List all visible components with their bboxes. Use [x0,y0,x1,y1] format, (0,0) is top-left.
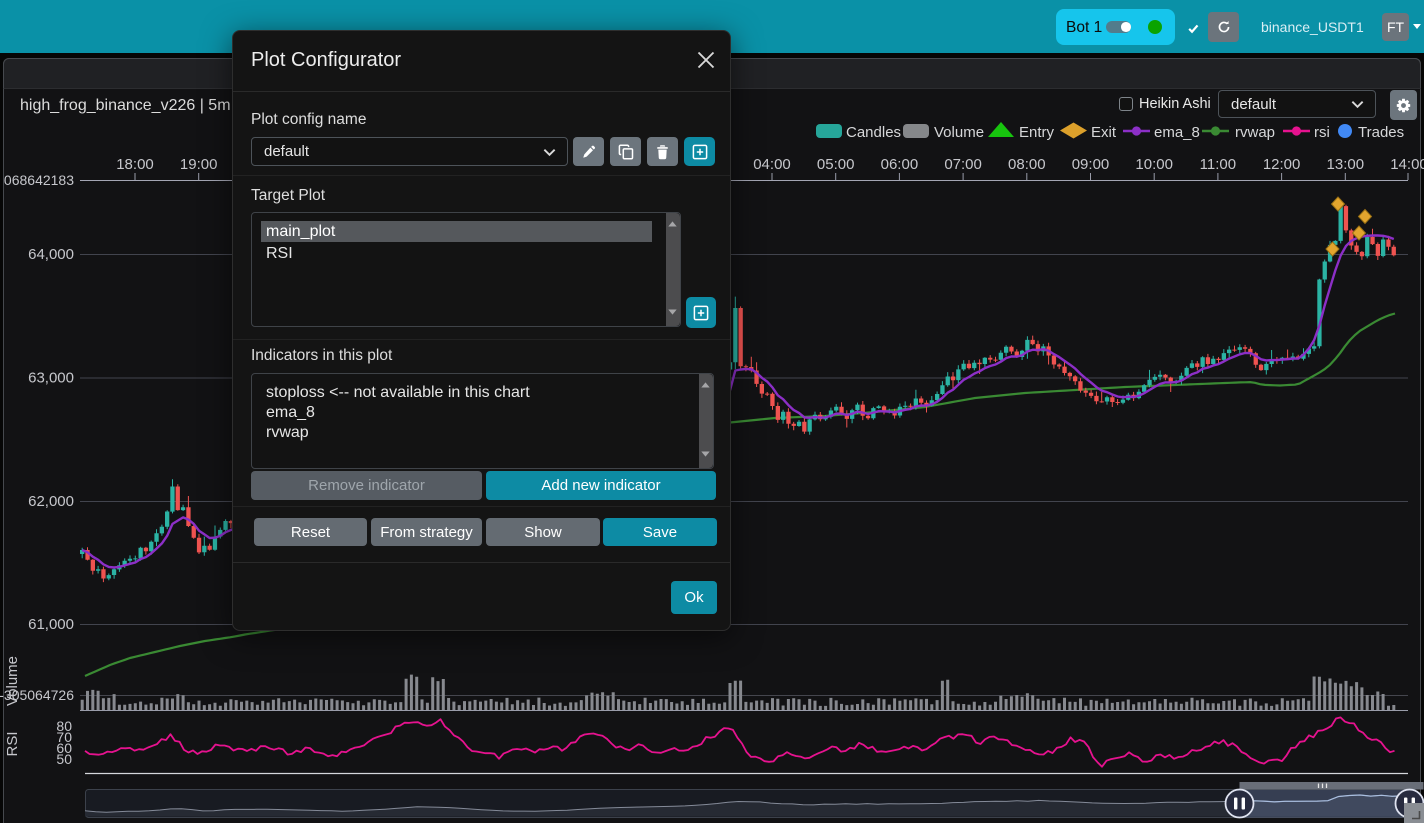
svg-text:ema_8: ema_8 [1154,124,1200,141]
svg-text:RSI: RSI [4,731,21,756]
svg-text:05:00: 05:00 [817,156,855,173]
svg-text:11:00: 11:00 [1200,156,1236,173]
svg-text:high_frog_binance_v226 | 5m: high_frog_binance_v226 | 5m [20,97,231,114]
svg-text:62,000: 62,000 [28,493,74,510]
svg-text:Candles: Candles [846,124,901,141]
svg-text:Exit: Exit [1091,124,1117,141]
svg-text:rsi: rsi [1314,124,1330,141]
svg-text:07:00: 07:00 [944,156,982,173]
svg-text:14:00: 14:00 [1390,156,1424,173]
svg-text:10:00: 10:00 [1135,156,1173,173]
svg-text:63,000: 63,000 [28,370,74,387]
svg-text:068642183: 068642183 [4,172,74,188]
svg-text:50: 50 [56,751,72,767]
svg-text:06:00: 06:00 [881,156,919,173]
svg-text:Trades: Trades [1358,124,1404,141]
svg-text:rvwap: rvwap [1235,124,1275,141]
svg-text:19:00: 19:00 [180,156,218,173]
svg-text:04:00: 04:00 [753,156,791,173]
svg-text:12:00: 12:00 [1263,156,1301,173]
svg-text:64,000: 64,000 [28,246,74,263]
svg-text:13:00: 13:00 [1327,156,1365,173]
svg-text:61,000: 61,000 [28,616,74,633]
svg-text:08:00: 08:00 [1008,156,1046,173]
svg-text:18:00: 18:00 [116,156,154,173]
svg-text:09:00: 09:00 [1072,156,1110,173]
svg-text:Volume: Volume [934,124,984,141]
svg-text:Volume: Volume [4,656,21,706]
svg-text:Entry: Entry [1019,124,1055,141]
